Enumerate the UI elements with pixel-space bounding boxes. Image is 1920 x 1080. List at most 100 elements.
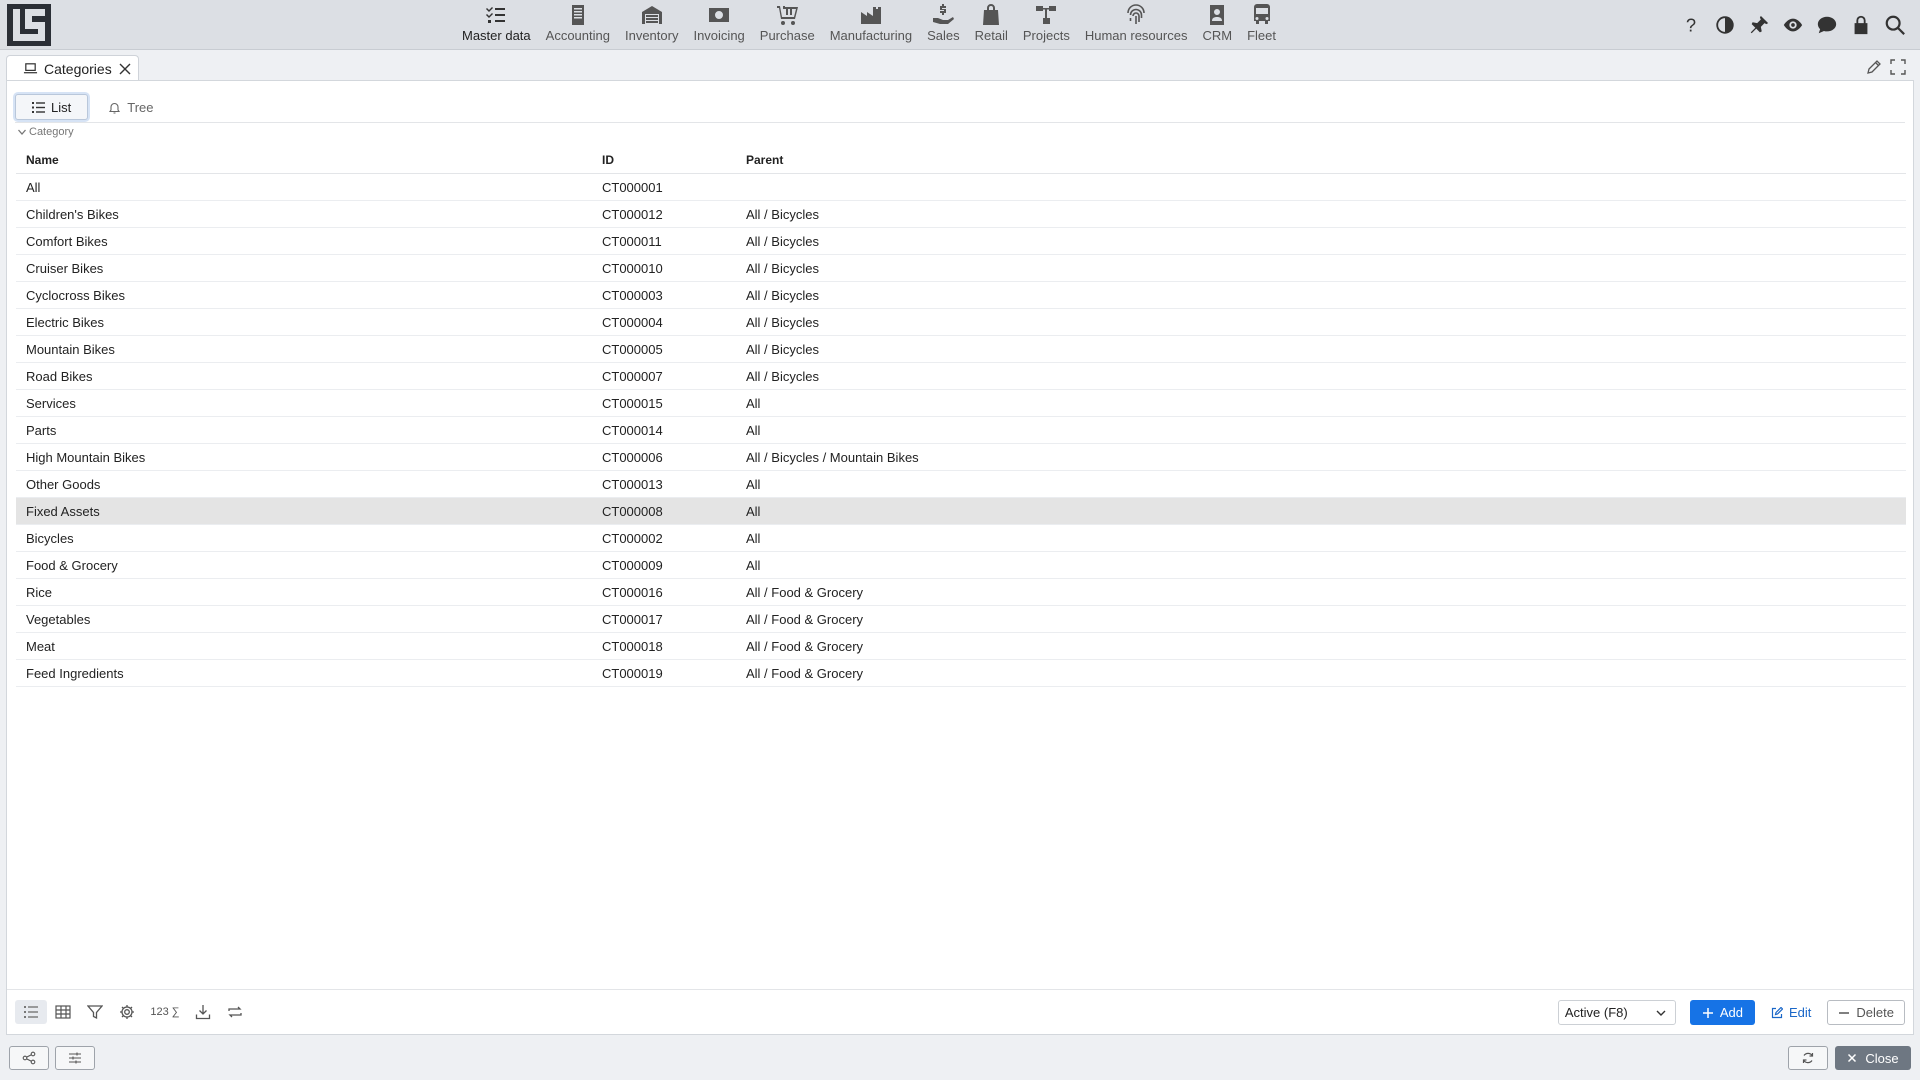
export-button[interactable]	[187, 1000, 219, 1024]
module-label: Sales	[927, 28, 960, 43]
contact-card-icon	[1210, 5, 1225, 25]
app-logo[interactable]	[7, 4, 51, 46]
module-purchase[interactable]: Purchase	[760, 0, 815, 50]
table-row[interactable]: Other Goods CT000013 All	[16, 471, 1906, 498]
table-row[interactable]: Electric Bikes CT000004 All / Bicycles	[16, 309, 1906, 336]
refresh-button[interactable]	[219, 1000, 251, 1024]
tab-list[interactable]: List	[15, 94, 89, 120]
table-row[interactable]: Mountain Bikes CT000005 All / Bicycles	[16, 336, 1906, 363]
list-view-button[interactable]	[15, 1000, 47, 1024]
table-view-button[interactable]	[47, 1000, 79, 1024]
top-tools: ?	[1674, 12, 1912, 38]
cell-parent: All / Bicycles	[746, 341, 819, 357]
settings-button[interactable]	[111, 1000, 143, 1024]
column-header-parent[interactable]: Parent	[746, 153, 1906, 167]
cell-name: Electric Bikes	[26, 314, 105, 330]
module-label: Purchase	[759, 28, 815, 43]
module-accounting[interactable]: Accounting	[546, 0, 610, 50]
help-button[interactable]: ?	[1674, 12, 1708, 38]
group-header-category[interactable]: Category	[17, 126, 74, 138]
module-manufacturing[interactable]: Manufacturing	[830, 0, 912, 50]
edit-icon	[1771, 1006, 1784, 1018]
chat-button[interactable]	[1810, 12, 1844, 38]
contrast-toggle[interactable]	[1708, 12, 1742, 38]
summary-button[interactable]: 123 ∑	[143, 1000, 187, 1024]
laptop-icon	[23, 63, 38, 74]
shopping-bag-icon	[983, 4, 1000, 25]
edit-button[interactable]: Edit	[1761, 1000, 1821, 1025]
module-projects[interactable]: Projects	[1023, 0, 1070, 50]
checklist-icon	[486, 7, 506, 23]
cell-name: All	[26, 179, 41, 195]
module-sales[interactable]: Sales	[927, 0, 960, 50]
table-row[interactable]: Food & Grocery CT000009 All	[16, 552, 1906, 579]
table-row[interactable]: Feed Ingredients CT000019 All / Food & Gro…	[16, 660, 1906, 687]
cell-id: CT000006	[602, 449, 663, 465]
top-navigation-bar: Master data Accounting Inventory Invoici…	[0, 0, 1920, 50]
table-row[interactable]: Bicycles CT000002 All	[16, 525, 1906, 552]
close-button[interactable]: Close	[1835, 1046, 1911, 1070]
pin-button[interactable]	[1742, 12, 1776, 38]
filter-button[interactable]	[79, 1000, 111, 1024]
fullscreen-button[interactable]	[1886, 57, 1910, 77]
delete-button-label: Delete	[1856, 1005, 1894, 1020]
table-row[interactable]: Road Bikes CT000007 All / Bicycles	[16, 363, 1906, 390]
group-label-text: Category	[29, 126, 74, 138]
module-label: Manufacturing	[829, 28, 913, 43]
column-header-name[interactable]: Name	[16, 153, 602, 167]
add-button[interactable]: Add	[1689, 1000, 1756, 1025]
tab-tree[interactable]: Tree	[92, 94, 169, 120]
search-button[interactable]	[1878, 12, 1912, 38]
table-row-selected[interactable]: Fixed Assets CT000008 All	[16, 498, 1906, 525]
plus-icon	[1702, 1007, 1713, 1018]
table-row[interactable]: All CT000001	[16, 174, 1906, 201]
cell-parent: All / Bicycles	[746, 314, 819, 330]
cell-name: Fixed Assets	[26, 503, 100, 519]
watch-button[interactable]	[1776, 12, 1810, 38]
cell-id: CT000012	[602, 206, 663, 222]
options-button[interactable]	[55, 1046, 95, 1070]
record-actions: Active (F8) Add Edit Delete	[1557, 1000, 1905, 1025]
edit-layout-button[interactable]	[1862, 57, 1886, 77]
reload-icon	[1802, 1052, 1814, 1064]
table-grid-icon	[55, 1005, 71, 1019]
module-label: CRM	[1202, 28, 1233, 43]
share-button[interactable]	[9, 1046, 49, 1070]
table-row[interactable]: Meat CT000018 All / Food & Grocery	[16, 633, 1906, 660]
delete-button[interactable]: Delete	[1827, 1000, 1905, 1025]
table-row[interactable]: Comfort Bikes CT000011 All / Bicycles	[16, 228, 1906, 255]
module-master-data[interactable]: Master data	[462, 0, 531, 50]
chevron-down-icon	[18, 129, 26, 135]
module-fleet[interactable]: Fleet	[1247, 0, 1276, 50]
table-row[interactable]: Services CT000015 All	[16, 390, 1906, 417]
module-crm[interactable]: CRM	[1202, 0, 1232, 50]
table-row[interactable]: Vegetables CT000017 All / Food & Grocery	[16, 606, 1906, 633]
module-label: Human resources	[1084, 28, 1188, 43]
reload-button[interactable]	[1788, 1046, 1828, 1070]
filter-icon	[87, 1005, 103, 1020]
module-inventory[interactable]: Inventory	[625, 0, 678, 50]
status-filter-select[interactable]: Active (F8)	[1557, 1000, 1676, 1025]
lock-button[interactable]	[1844, 12, 1878, 38]
table-row[interactable]: Rice CT000016 All / Food & Grocery	[16, 579, 1906, 606]
edit-button-label: Edit	[1789, 1005, 1812, 1020]
table-row[interactable]: Children's Bikes CT000012 All / Bicycles	[16, 201, 1906, 228]
expand-icon	[1890, 59, 1906, 75]
tab-categories[interactable]: Categories	[6, 55, 139, 81]
cell-parent: All / Food & Grocery	[746, 584, 864, 600]
table-row[interactable]: Cyclocross Bikes CT000003 All / Bicycles	[16, 282, 1906, 309]
table-row[interactable]: High Mountain Bikes CT000006 All / Bicycle…	[16, 444, 1906, 471]
status-filter-value: Active (F8)	[1564, 1005, 1628, 1020]
cell-parent: All / Food & Grocery	[746, 611, 864, 627]
module-retail[interactable]: Retail	[975, 0, 1008, 50]
column-header-id[interactable]: ID	[602, 153, 746, 167]
module-invoicing[interactable]: Invoicing	[693, 0, 745, 50]
cell-name: Parts	[26, 422, 57, 438]
close-icon[interactable]	[118, 62, 132, 76]
document-tab-strip: Categories	[0, 51, 1920, 81]
table-row[interactable]: Parts CT000014 All	[16, 417, 1906, 444]
table-row[interactable]: Cruiser Bikes CT000010 All / Bicycles	[16, 255, 1906, 282]
help-icon: ?	[1686, 14, 1696, 35]
cell-id: CT000007	[602, 368, 663, 384]
module-human-resources[interactable]: Human resources	[1084, 0, 1188, 50]
